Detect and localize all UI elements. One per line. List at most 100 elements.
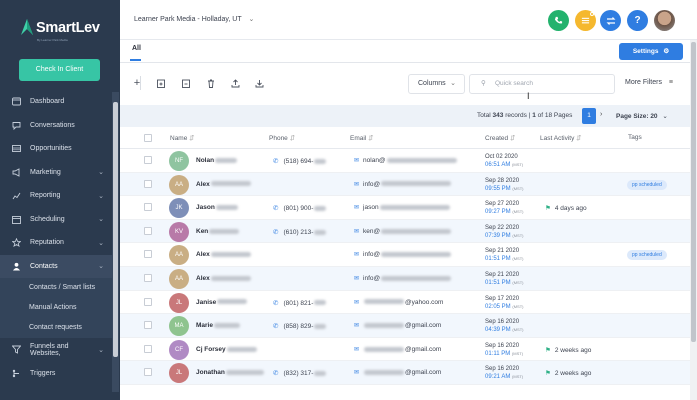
table-row[interactable]: ⋮JLJanise✆(801) 821-✉@yahoo.comSep 17 20… [120, 291, 690, 315]
sidebar-item-marketing[interactable]: Marketing ⌄ [0, 161, 112, 185]
col-email[interactable]: Email ⇵ [350, 134, 374, 142]
sidebar-scroll-thumb[interactable] [113, 102, 118, 357]
more-filters-button[interactable]: More Filters ≡ [625, 79, 673, 86]
contact-name[interactable]: Jonathan [196, 369, 264, 376]
settings-button[interactable]: Settings ⚙ [619, 43, 683, 60]
row-checkbox[interactable] [144, 297, 152, 306]
delete-button[interactable] [203, 75, 219, 91]
clipboard-remove-button[interactable] [178, 75, 194, 91]
sidebar-item-reputation[interactable]: Reputation ⌄ [0, 231, 112, 255]
table-row[interactable]: ⋮AAAlex✉info@Sep 28 202009:55 PM (MST)pp… [120, 172, 690, 197]
table-row[interactable]: ⋮AAAlex✉info@Sep 21 202001:51 PM (MST)pp… [120, 243, 690, 267]
contact-name[interactable]: Alex [196, 181, 251, 188]
help-button[interactable]: ? [627, 10, 648, 31]
contact-name[interactable]: Cj Forsey [196, 346, 257, 353]
col-created[interactable]: Created ⇵ [485, 134, 515, 142]
tasks-icon [581, 17, 590, 24]
contact-email[interactable]: ✉ info@ [354, 251, 452, 258]
contact-name[interactable]: Alex [196, 275, 251, 282]
row-checkbox[interactable] [144, 321, 152, 330]
quick-search-input[interactable]: ⚲ Quick search [469, 74, 615, 94]
logo[interactable]: SmartLev By Learner Park Media [19, 17, 109, 47]
sidebar-item-contacts[interactable]: Contacts ⌄ [0, 254, 112, 278]
export-button[interactable] [227, 75, 243, 91]
contact-email[interactable]: ✉ jason [354, 204, 450, 211]
table-row[interactable]: ⋮CFCj Forsey✉@gmail.comSep 16 202001:11 … [120, 338, 690, 362]
table-row[interactable]: ⋮KVKen✆(610) 213-✉ken@Sep 22 202007:39 P… [120, 219, 690, 244]
contact-email[interactable]: ✉ info@ [354, 275, 452, 282]
table-row[interactable]: ⋮NFNolan✆(518) 694-✉nolan@Oct 02 202006:… [120, 149, 690, 173]
sidebar-item-scheduling[interactable]: Scheduling ⌄ [0, 208, 112, 232]
row-checkbox[interactable] [144, 250, 152, 259]
phone-button[interactable] [548, 10, 569, 31]
page-scroll-thumb[interactable] [691, 42, 696, 342]
contact-phone[interactable]: ✆ (801) 821- [273, 299, 327, 307]
col-last-activity[interactable]: Last Activity ⇵ [540, 134, 582, 142]
row-checkbox[interactable] [144, 226, 152, 235]
contact-phone[interactable]: ✆ (518) 694- [273, 157, 327, 165]
contact-name[interactable]: Nolan [196, 157, 238, 164]
contact-email[interactable]: ✉ ken@ [354, 228, 452, 235]
contact-email[interactable]: ✉ @gmail.com [354, 369, 441, 376]
sidebar-item-dashboard[interactable]: Dashboard [0, 90, 112, 114]
contact-email[interactable]: ✉ nolan@ [354, 157, 457, 164]
next-page-button[interactable]: › [600, 111, 602, 118]
row-checkbox[interactable] [144, 344, 152, 353]
contact-name[interactable]: Jason [196, 204, 238, 211]
table-row[interactable]: ⋮MAMarie✆(858) 829-✉@gmail.comSep 16 202… [120, 314, 690, 338]
table-header: Name ⇵ Phone ⇵ Email ⇵ Created ⇵ Last Ac… [120, 127, 690, 149]
sidebar-item-reporting[interactable]: Reporting ⌄ [0, 184, 112, 208]
import-button[interactable] [251, 75, 267, 91]
sidebar-scrollbar[interactable] [112, 92, 119, 392]
tab-all[interactable]: All [130, 43, 141, 61]
user-avatar[interactable] [654, 10, 675, 31]
contact-name[interactable]: Ken [196, 228, 240, 235]
contact-phone[interactable]: ✆ (858) 829- [273, 322, 327, 330]
gear-icon: ⚙ [663, 48, 670, 55]
page-size-select[interactable]: Page Size: 20 ⌄ [616, 112, 668, 120]
contact-name[interactable]: Marie [196, 322, 240, 329]
contact-email[interactable]: ✉ @yahoo.com [354, 299, 443, 306]
contact-name[interactable]: Janise [196, 299, 248, 306]
contact-name[interactable]: Alex [196, 251, 251, 258]
table-row[interactable]: ⋮JKJason✆(801) 900-✉jasonSep 27 202009:2… [120, 196, 690, 220]
avatar: AA [169, 268, 189, 289]
sidebar-item-triggers[interactable]: Triggers [0, 362, 112, 386]
sidebar-item-conversations[interactable]: Conversations [0, 114, 112, 138]
tag-badge[interactable]: pp scheduled [627, 250, 667, 261]
sidebar-item-opportunities[interactable]: Opportunities [0, 137, 112, 161]
contact-phone[interactable]: ✆ (801) 900- [273, 204, 327, 212]
submenu-item[interactable]: Manual Actions [0, 298, 112, 318]
submenu-item[interactable]: Contacts / Smart lists [0, 278, 112, 298]
col-phone[interactable]: Phone ⇵ [269, 134, 295, 142]
col-name[interactable]: Name ⇵ [170, 134, 195, 142]
select-all-checkbox[interactable] [144, 134, 152, 142]
submenu-item[interactable]: Contact requests [0, 318, 112, 338]
avatar: AA [169, 245, 189, 266]
row-checkbox[interactable] [144, 156, 152, 164]
add-button[interactable]: + [129, 75, 145, 91]
row-checkbox[interactable] [144, 179, 152, 188]
contact-phone[interactable]: ✆ (610) 213- [273, 228, 327, 236]
switch-button[interactable] [600, 10, 621, 31]
page-scrollbar[interactable] [690, 40, 697, 400]
contact-email[interactable]: ✉ @gmail.com [354, 346, 441, 353]
email-text: @gmail.com [405, 322, 442, 330]
contact-email[interactable]: ✉ @gmail.com [354, 322, 441, 329]
location-selector[interactable]: Learner Park Media - Holladay, UT ⌄ [134, 15, 254, 23]
contact-phone[interactable]: ✆ (832) 317- [273, 369, 327, 377]
table-row[interactable]: ⋮AAAlex✉info@Sep 21 202001:51 PM (MST) [120, 266, 690, 291]
columns-dropdown[interactable]: Columns ⌄ [408, 74, 465, 94]
clipboard-add-button[interactable] [153, 75, 169, 91]
calendar-icon [12, 215, 21, 224]
check-in-client-button[interactable]: Check In Client [19, 59, 100, 81]
tag-badge[interactable]: pp scheduled [627, 179, 667, 190]
table-row[interactable]: ⋮JLJonathan✆(832) 317-✉@gmail.comSep 16 … [120, 361, 690, 385]
contact-email[interactable]: ✉ info@ [354, 181, 452, 188]
tasks-button[interactable] [575, 10, 596, 31]
row-checkbox[interactable] [144, 203, 152, 212]
sidebar-item-funnels-and-websites[interactable]: Funnels and Websites, ⌄ [0, 338, 112, 362]
row-checkbox[interactable] [144, 368, 152, 377]
row-checkbox[interactable] [144, 273, 152, 282]
page-button-1[interactable]: 1 [582, 108, 596, 124]
